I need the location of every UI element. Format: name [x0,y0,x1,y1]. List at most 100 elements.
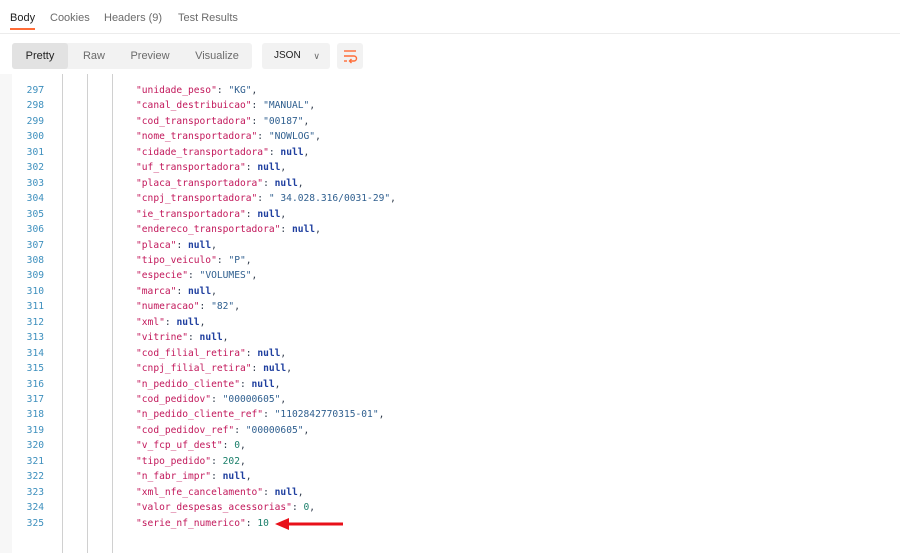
code-text: "placa_transportadora": null, [136,177,304,189]
json-key: "valor_despesas_acessorias" [136,502,292,514]
code-text: "numeracao": "82", [136,301,240,313]
code-text: "xml": null, [136,316,206,328]
line-number: 306 [26,224,44,236]
json-value: "1102842770315-01" [274,409,379,421]
json-key: "endereco_transportadora" [136,224,281,236]
code-line: 324 "valor_despesas_acessorias": 0, [0,500,900,515]
code-line: 302 "uf_transportadora": null, [0,160,900,175]
line-number: 322 [26,471,44,483]
code-line: 325 "serie_nf_numerico": 10 [0,516,900,531]
json-key: "cnpj_transportadora" [136,193,258,205]
code-line: 318 "n_pedido_cliente_ref": "110284277031… [0,407,900,422]
json-value: null [291,224,316,236]
code-text: "cod_pedidov": "00000605", [136,394,287,405]
line-number: 313 [26,332,44,344]
json-key: "cod_pedidov" [136,394,212,405]
view-visualize-button[interactable]: Visualize [188,43,246,69]
line-number: 309 [26,270,44,282]
json-value: 0 [234,440,240,452]
json-value: "00000605" [245,424,304,436]
code-line: 305 "ie_transportadora": null, [0,207,900,222]
line-number: 315 [26,363,44,375]
line-number: 303 [26,177,44,189]
code-text: "endereco_transportadora": null, [136,224,321,236]
json-key: "tipo_veiculo" [136,254,217,266]
line-number: 324 [26,502,44,514]
json-value: 0 [303,502,310,514]
json-key: "n_pedido_cliente_ref" [136,409,264,421]
code-text: "cnpj_transportadora": " 34.028.316/0031… [136,193,396,205]
line-number: 305 [26,208,44,220]
tab-cookies[interactable]: Cookies [50,12,90,24]
code-text: "cidade_transportadora": null, [136,146,310,158]
tab-test-results[interactable]: Test Results [178,12,238,24]
annotation-arrow [274,517,343,530]
json-value: 202 [222,455,240,467]
code-line: 310 "marca": null, [0,284,900,299]
json-key: "xml" [136,316,165,328]
tab-headers[interactable]: Headers (9) [104,12,162,24]
format-select-value: JSON [274,50,301,61]
code-text: "n_fabr_impr": null, [136,471,252,483]
code-line: 323 "xml_nfe_cancelamento": null, [0,485,900,500]
json-value: null [257,208,281,220]
code-text: "serie_nf_numerico": 10 [136,517,269,529]
json-key: "vitrine" [136,332,188,344]
json-value: null [274,486,298,498]
line-number: 300 [26,131,44,143]
code-text: "vitrine": null, [136,332,229,344]
json-key: "tipo_pedido" [136,455,212,467]
code-line: 301 "cidade_transportadora": null, [0,145,900,160]
line-number: 310 [26,285,44,297]
code-line: 315 "cnpj_filial_retira": null, [0,361,900,376]
code-line: 306 "endereco_transportadora": null, [0,222,900,237]
format-select[interactable]: JSON ∨ [262,43,330,69]
line-number: 320 [26,440,44,452]
json-value: null [188,239,212,251]
code-line: 307 "placa": null, [0,238,900,253]
line-number: 307 [26,239,44,251]
code-line-partial: — [38,81,44,93]
view-pretty-button[interactable]: Pretty [12,43,68,69]
view-preview-button[interactable]: Preview [124,43,176,69]
json-key: "unidade_peso" [136,85,217,96]
view-mode-selector: Pretty Raw Preview Visualize [12,43,252,69]
code-line: 314 "cod_filial_retira": null, [0,346,900,361]
line-number: 311 [26,301,44,313]
code-text: "v_fcp_uf_dest": 0, [136,440,246,452]
line-number: 299 [26,115,44,127]
line-number: 318 [26,409,44,421]
line-number: 323 [26,486,44,498]
view-raw-button[interactable]: Raw [74,43,114,69]
json-value: null [274,177,298,189]
json-key: "placa_transportadora" [136,177,264,189]
json-key: "canal_destribuicao" [136,100,252,112]
line-number: 302 [26,162,44,174]
json-value: null [263,363,287,375]
response-body-editor[interactable]: — 297 "unidade_peso": "KG", 298 "canal_dest… [0,74,900,553]
line-number: 314 [26,347,44,359]
json-key: "numeracao" [136,301,200,313]
json-value: "82" [211,301,235,313]
json-key: "cod_filial_retira" [136,347,246,359]
json-value: "KG" [228,85,252,96]
tab-body[interactable]: Body [10,12,35,24]
line-number: 325 [26,517,44,529]
code-text: "unidade_peso": "KG", [136,85,258,96]
line-number: 297 [26,85,44,96]
json-key: "especie" [136,270,188,282]
line-number: 316 [26,378,44,390]
code-line: 308 "tipo_veiculo": "P", [0,253,900,268]
line-number: 319 [26,424,44,436]
json-value: " 34.028.316/0031-29" [268,193,391,205]
code-text: "ie_transportadora": null, [136,208,287,220]
code-text: "valor_despesas_acessorias": 0, [136,502,316,514]
line-number: 304 [26,193,44,205]
code-text: "canal_destribuicao": "MANUAL", [136,100,316,112]
json-value: null [176,316,200,328]
json-value: null [222,471,246,483]
json-value: "NOWLOG" [268,131,316,143]
json-key: "cod_pedidov_ref" [136,424,235,436]
code-text: "tipo_veiculo": "P", [136,254,252,266]
wrap-lines-button[interactable] [337,43,363,69]
